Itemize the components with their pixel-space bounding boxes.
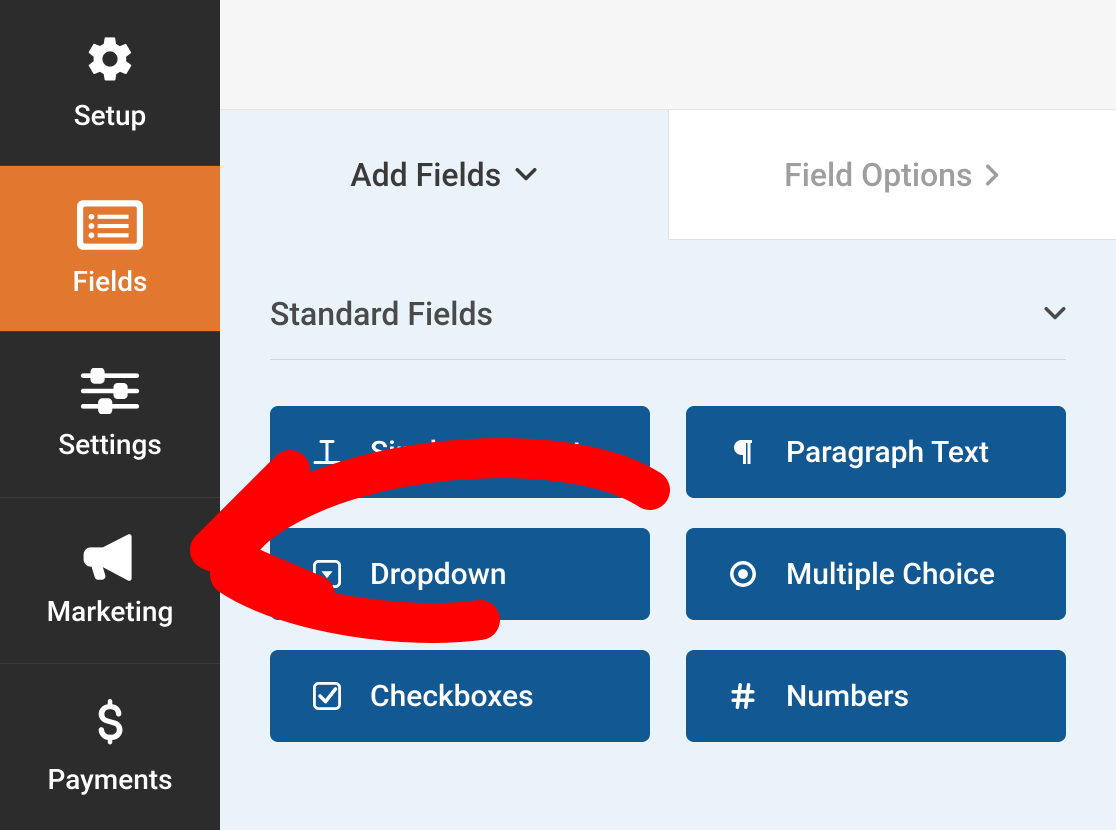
field-multiple-choice[interactable]: Multiple Choice	[686, 528, 1066, 620]
field-label: Numbers	[786, 679, 909, 714]
section-header-standard-fields[interactable]: Standard Fields	[270, 295, 1066, 360]
sidebar: Setup Fields Settings Marketing Payments	[0, 0, 220, 830]
caret-down-square-icon	[310, 560, 344, 588]
sliders-icon	[80, 368, 140, 414]
sidebar-item-label: Setup	[74, 99, 147, 132]
sidebar-item-label: Fields	[73, 265, 148, 298]
chevron-right-icon	[986, 164, 1000, 186]
tabs: Add Fields Field Options	[220, 110, 1116, 240]
field-label: Paragraph Text	[786, 435, 989, 470]
bullhorn-icon	[81, 533, 139, 581]
sidebar-item-payments[interactable]: Payments	[0, 664, 220, 830]
tab-label: Add Fields	[350, 156, 501, 194]
list-icon	[77, 199, 143, 251]
dollar-icon	[95, 699, 125, 749]
tab-add-fields[interactable]: Add Fields	[220, 110, 669, 240]
chevron-down-icon	[515, 168, 537, 182]
sidebar-item-label: Settings	[58, 428, 162, 461]
radio-dot-icon	[726, 560, 760, 588]
main-panel: Add Fields Field Options Standard Fields	[220, 0, 1116, 830]
text-cursor-icon	[310, 437, 344, 467]
sidebar-item-fields[interactable]: Fields	[0, 166, 220, 332]
pilcrow-icon	[726, 437, 760, 467]
sidebar-item-marketing[interactable]: Marketing	[0, 498, 220, 664]
gear-icon	[84, 33, 136, 85]
field-label: Multiple Choice	[786, 557, 995, 592]
tab-label: Field Options	[784, 156, 972, 194]
field-paragraph-text[interactable]: Paragraph Text	[686, 406, 1066, 498]
field-label: Checkboxes	[370, 679, 534, 714]
sidebar-item-label: Marketing	[47, 595, 174, 628]
tab-field-options[interactable]: Field Options	[669, 110, 1116, 240]
field-label: Single Line Text	[370, 435, 582, 470]
field-checkboxes[interactable]: Checkboxes	[270, 650, 650, 742]
top-bar	[220, 0, 1116, 110]
sidebar-item-setup[interactable]: Setup	[0, 0, 220, 166]
check-square-icon	[310, 682, 344, 710]
field-single-line-text[interactable]: Single Line Text	[270, 406, 650, 498]
field-label: Dropdown	[370, 557, 507, 592]
field-grid: Single Line Text Paragraph Text Dropdown…	[270, 406, 1066, 742]
section-title: Standard Fields	[270, 295, 493, 333]
chevron-down-icon	[1044, 307, 1066, 321]
sidebar-item-settings[interactable]: Settings	[0, 332, 220, 498]
field-dropdown[interactable]: Dropdown	[270, 528, 650, 620]
field-numbers[interactable]: Numbers	[686, 650, 1066, 742]
fields-panel: Standard Fields Single Line Text Paragra…	[220, 240, 1116, 830]
hash-icon	[726, 682, 760, 710]
sidebar-item-label: Payments	[47, 763, 172, 796]
